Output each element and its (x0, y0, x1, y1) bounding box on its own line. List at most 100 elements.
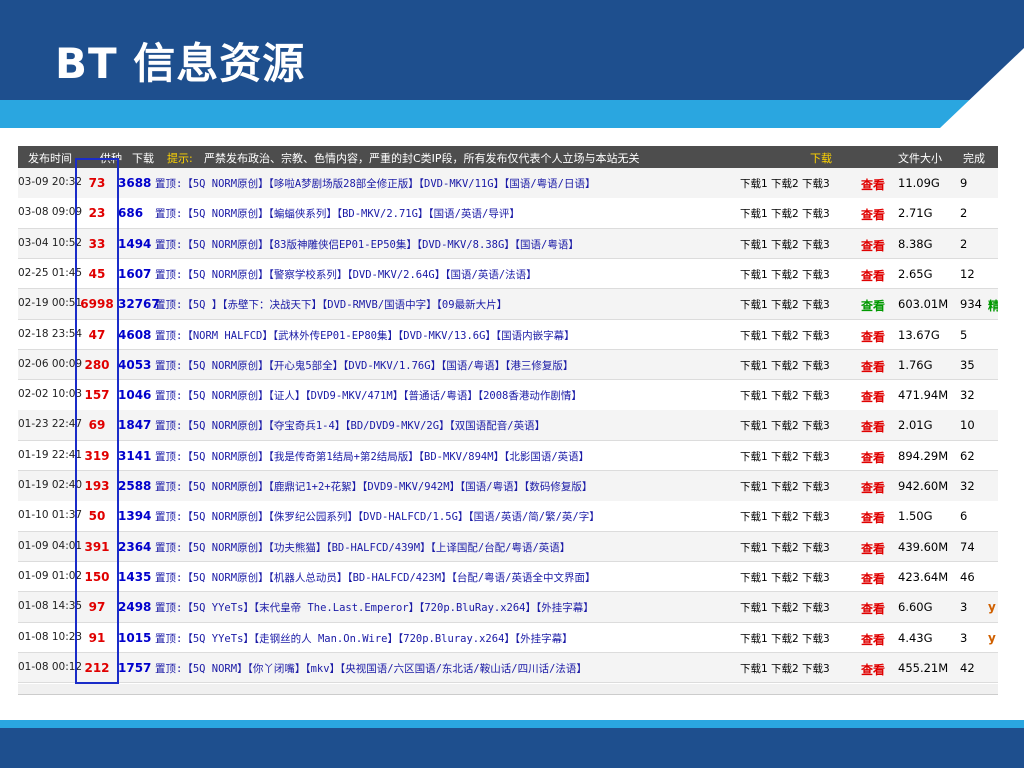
table-row[interactable]: 01-23 22:47 69 1847 置顶:【5Q NORM原创】【夺宝奇兵1-4】… (18, 410, 998, 441)
table-row[interactable]: 03-04 10:52 33 1494 置顶:【5Q NORM原创】【83版神雕侠侣E… (18, 228, 998, 260)
row-view-link[interactable]: 查看 (861, 631, 885, 648)
row-download-links[interactable]: 下载1 下载2 下载3 (740, 206, 830, 221)
row-download-count: 3688 (118, 176, 152, 190)
row-completed: 3 (960, 600, 968, 615)
table-row[interactable]: 03-08 09:09 23 686 置顶:【5Q NORM原创】【蝙蝠侠系列】【BD… (18, 198, 998, 229)
row-view-link[interactable]: 查看 (861, 176, 885, 193)
row-completed: 12 (960, 266, 975, 281)
row-view-link[interactable]: 查看 (861, 206, 885, 223)
table-row[interactable]: 01-19 22:41 319 3141 置顶:【5Q NORM原创】【我是传奇第1结… (18, 440, 998, 472)
row-file-size: 2.01G (898, 418, 933, 433)
row-title-link[interactable]: 置顶:【5Q NORM原创】【机器人总动员】【BD-HALFCD/423M】【台… (155, 570, 595, 585)
table-header: 发布时间 供种 下载 提示: 严禁发布政治、宗教、色情内容，严重的封C类IP段，… (18, 146, 998, 168)
row-download-count: 1015 (118, 630, 152, 645)
row-title-link[interactable]: 置顶:【NORM HALFCD】【武林外传EP01-EP80集】【DVD-MKV… (155, 328, 575, 343)
row-file-size: 2.65G (898, 266, 933, 281)
table-row[interactable]: 02-02 10:03 157 1046 置顶:【5Q NORM原创】【证人】【DVD… (18, 380, 998, 411)
row-view-link[interactable]: 查看 (861, 570, 885, 587)
header-time: 发布时间 (28, 152, 72, 165)
row-download-count: 1494 (118, 236, 152, 251)
row-download-links[interactable]: 下载1 下载2 下载3 (740, 570, 830, 585)
row-download-links[interactable]: 下载1 下载2 下载3 (740, 600, 830, 615)
table-row[interactable]: 02-18 23:54 47 4608 置顶:【NORM HALFCD】【武林外传EP… (18, 319, 998, 350)
table-row[interactable]: 01-08 14:35 97 2498 置顶:【5Q YYeTs】【末代皇帝 The.… (18, 592, 998, 623)
row-time: 02-19 00:51 (18, 297, 83, 310)
row-view-link[interactable]: 查看 (861, 328, 885, 345)
row-view-link[interactable]: 查看 (861, 418, 885, 435)
row-download-links[interactable]: 下载1 下载2 下载3 (740, 358, 830, 373)
row-view-link[interactable]: 查看 (861, 237, 885, 254)
row-title-link[interactable]: 置顶:【5Q NORM】【你丫闭嘴】【mkv】【央视国语/六区国语/东北话/鞍山… (155, 661, 587, 676)
row-download-links[interactable]: 下载1 下载2 下载3 (740, 540, 830, 555)
row-view-link[interactable]: 查看 (861, 661, 885, 678)
row-completed: 42 (960, 660, 975, 675)
row-title-link[interactable]: 置顶:【5Q NORM原创】【我是传奇第1结局+第2结局版】【BD-MKV/89… (155, 449, 589, 464)
row-download-count: 1607 (118, 266, 152, 281)
row-download-count: 2498 (118, 600, 152, 615)
row-completed: 74 (960, 539, 975, 554)
row-view-link[interactable]: 查看 (861, 479, 885, 496)
row-time: 01-08 14:35 (18, 600, 83, 613)
row-file-size: 894.29M (898, 448, 949, 463)
row-title-link[interactable]: 置顶:【5Q YYeTs】【走钢丝的人 Man.On.Wire】【720p.Bl… (155, 631, 573, 646)
table-row[interactable]: 01-19 02:40 193 2588 置顶:【5Q NORM原创】【鹿鼎记1+2+… (18, 471, 998, 502)
row-completed: 32 (960, 479, 975, 493)
row-time: 03-09 20:32 (18, 176, 83, 188)
row-download-links[interactable]: 下载1 下载2 下载3 (740, 418, 830, 433)
table-row[interactable]: 01-08 00:12 212 1757 置顶:【5Q NORM】【你丫闭嘴】【mkv… (18, 652, 998, 684)
row-title-link[interactable]: 置顶:【5Q NORM原创】【83版神雕侠侣EP01-EP50集】【DVD-MK… (155, 237, 579, 252)
table-row[interactable]: 02-06 00:09 280 4053 置顶:【5Q NORM原创】【开心鬼5部全】… (18, 349, 998, 381)
row-view-link[interactable]: 查看 (861, 297, 885, 314)
row-title-link[interactable]: 置顶:【5Q NORM原创】【哆啦A梦剧场版28部全修正版】【DVD-MKV/1… (155, 176, 595, 191)
row-title-link[interactable]: 置顶:【5Q NORM原创】【证人】【DVD9-MKV/471M】【普通话/粤语… (155, 388, 582, 403)
row-download-links[interactable]: 下载1 下载2 下载3 (740, 449, 830, 464)
row-download-links[interactable]: 下载1 下载2 下载3 (740, 509, 830, 524)
row-title-link[interactable]: 置顶:【5Q NORM原创】【蝙蝠侠系列】【BD-MKV/2.71G】【国语/英… (155, 206, 520, 221)
table-row[interactable]: 01-10 01:37 50 1394 置顶:【5Q NORM原创】【侏罗纪公园系列】… (18, 501, 998, 532)
table-row[interactable]: 01-09 01:02 150 1435 置顶:【5Q NORM原创】【机器人总动员】… (18, 561, 998, 593)
row-view-link[interactable]: 查看 (861, 600, 885, 617)
row-title-link[interactable]: 置顶:【5Q NORM原创】【侏罗纪公园系列】【DVD-HALFCD/1.5G】… (155, 509, 600, 524)
row-title-link[interactable]: 置顶:【5Q NORM原创】【警察学校系列】【DVD-MKV/2.64G】【国语… (155, 267, 537, 282)
horizontal-scrollbar[interactable] (18, 684, 998, 694)
row-view-link[interactable]: 查看 (861, 267, 885, 284)
row-file-size: 6.60G (898, 600, 933, 615)
header-diagonal (940, 48, 1024, 128)
row-download-links[interactable]: 下载1 下载2 下载3 (740, 176, 830, 191)
row-view-link[interactable]: 查看 (861, 358, 885, 375)
row-time: 01-10 01:37 (18, 509, 83, 522)
row-download-links[interactable]: 下载1 下载2 下载3 (740, 237, 830, 252)
row-download-links[interactable]: 下载1 下载2 下载3 (740, 297, 830, 312)
row-title-link[interactable]: 置顶:【5Q 】【赤壁下：决战天下】【DVD-RMVB/国语中字】【09最新大片… (155, 297, 507, 312)
row-title-link[interactable]: 置顶:【5Q NORM原创】【功夫熊猫】【BD-HALFCD/439M】【上译国… (155, 540, 570, 555)
row-download-links[interactable]: 下载1 下载2 下载3 (740, 631, 830, 646)
row-title-link[interactable]: 置顶:【5Q NORM原创】【夺宝奇兵1-4】【BD/DVD9-MKV/2G】【… (155, 418, 545, 433)
header-stripe (0, 100, 1024, 128)
row-download-links[interactable]: 下载1 下载2 下载3 (740, 328, 830, 343)
row-download-links[interactable]: 下载1 下载2 下载3 (740, 267, 830, 282)
table-row[interactable]: 01-08 10:23 91 1015 置顶:【5Q YYeTs】【走钢丝的人 Man… (18, 622, 998, 653)
row-view-link[interactable]: 查看 (861, 388, 885, 405)
row-download-links[interactable]: 下载1 下载2 下载3 (740, 661, 830, 676)
row-title-link[interactable]: 置顶:【5Q NORM原创】【鹿鼎记1+2+花絮】【DVD9-MKV/942M】… (155, 479, 592, 494)
table-row[interactable]: 02-19 00:51 6998 32767 置顶:【5Q 】【赤壁下：决战天下】【D… (18, 289, 998, 320)
row-view-link[interactable]: 查看 (861, 540, 885, 557)
row-completed: 62 (960, 448, 975, 463)
row-title-link[interactable]: 置顶:【5Q NORM原创】【开心鬼5部全】【DVD-MKV/1.76G】【国语… (155, 358, 573, 373)
row-time: 01-09 01:02 (18, 569, 83, 582)
table-row[interactable]: 03-09 20:32 73 3688 置顶:【5Q NORM原创】【哆啦A梦剧场版2… (18, 168, 998, 199)
table-row[interactable]: 01-09 04:01 391 2364 置顶:【5Q NORM原创】【功夫熊猫】【B… (18, 531, 998, 563)
row-download-links[interactable]: 下载1 下载2 下载3 (740, 479, 830, 494)
table-row[interactable]: 02-25 01:45 45 1607 置顶:【5Q NORM原创】【警察学校系列】【… (18, 258, 998, 290)
row-view-link[interactable]: 查看 (861, 509, 885, 526)
row-time: 01-19 22:41 (18, 448, 83, 461)
row-download-count: 1046 (118, 388, 152, 403)
footer-stripe (0, 720, 1024, 728)
row-title-link[interactable]: 置顶:【5Q YYeTs】【末代皇帝 The.Last.Emperor】【720… (155, 600, 594, 615)
row-file-size: 1.50G (898, 509, 933, 524)
row-download-links[interactable]: 下载1 下载2 下载3 (740, 388, 830, 403)
row-download-count: 4053 (118, 357, 152, 372)
row-completed: 3 (960, 630, 968, 645)
row-time: 02-02 10:03 (18, 388, 83, 401)
row-view-link[interactable]: 查看 (861, 449, 885, 466)
